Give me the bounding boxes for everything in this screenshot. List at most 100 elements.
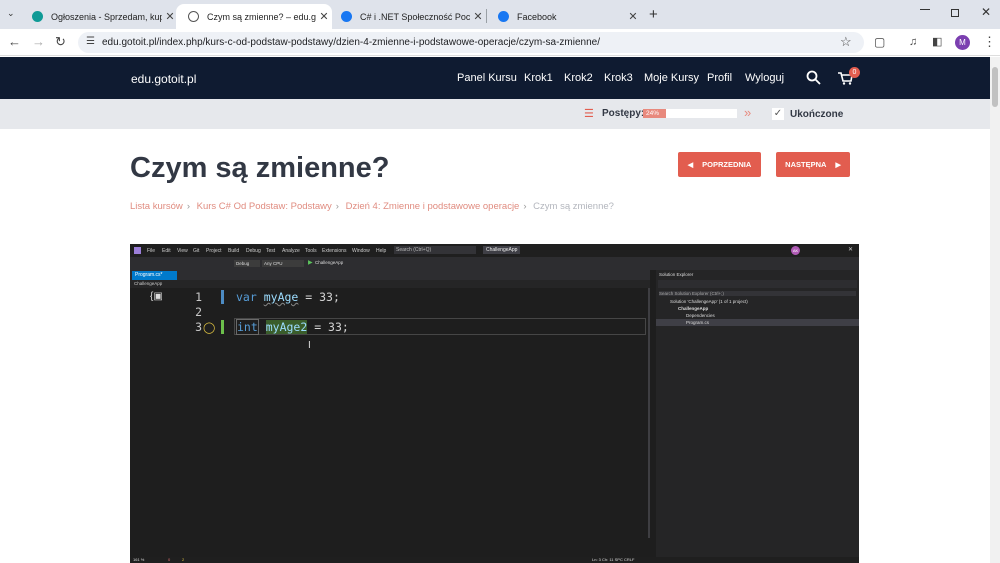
- line-number: 3: [195, 320, 202, 334]
- vs-project-bar: ChallengeApp: [130, 280, 650, 288]
- nav-krok1[interactable]: Krok1: [524, 72, 553, 84]
- close-window-icon[interactable]: ✕: [981, 5, 991, 19]
- vs-code-editor: {▣ 1 var myAge = 33; 2 3 ◯ int myAge2 = …: [130, 288, 650, 557]
- site-info-icon[interactable]: ☰: [86, 36, 95, 47]
- lesson-video[interactable]: File Edit View Git Project Build Debug T…: [130, 244, 859, 563]
- vs-editor-scrollbar: [648, 288, 650, 538]
- cart-count-badge: 0: [849, 67, 860, 78]
- browser-tab-olx[interactable]: Ogłoszenia - Sprzedam, kupię n ✕: [20, 4, 178, 29]
- nav-wyloguj[interactable]: Wyloguj: [745, 72, 784, 84]
- breadcrumb-separator: ›: [186, 201, 190, 212]
- tab-title: Ogłoszenia - Sprzedam, kupię n: [51, 11, 162, 22]
- vs-menu-edit: Edit: [162, 248, 171, 254]
- vs-menu-view: View: [177, 248, 188, 254]
- vs-status-bar: 161 % 0 2 Ln: 3 Ch: 11 SPC CRLF: [130, 557, 859, 563]
- vs-file-tab: Program.cs*: [132, 271, 177, 280]
- solution-explorer-panel: Solution Explorer Search Solution Explor…: [656, 270, 859, 557]
- nav-krok2[interactable]: Krok2: [564, 72, 593, 84]
- vs-close-icon: ✕: [848, 247, 854, 253]
- browser-tab-lesson[interactable]: Czym są zmienne? – edu.gotoit ✕: [176, 4, 332, 29]
- vs-menu-bar: File Edit View Git Project Build Debug T…: [130, 244, 859, 257]
- code-line-3: int myAge2 = 33;: [236, 319, 349, 335]
- solution-explorer-search: Search Solution Explorer (Ctrl+;): [659, 291, 856, 296]
- expand-progress-icon[interactable]: »: [744, 105, 751, 120]
- vs-menu-build: Build: [228, 248, 240, 254]
- tab-title: Czym są zmienne? – edu.gotoit: [207, 11, 316, 22]
- tab-search-chevron-icon[interactable]: ⌄: [7, 8, 15, 19]
- reload-icon[interactable]: ↻: [55, 34, 66, 50]
- page-scrollbar-thumb[interactable]: [992, 67, 998, 107]
- line-number: 2: [195, 305, 202, 319]
- side-panel-icon[interactable]: ◧: [932, 34, 942, 50]
- dependencies-node: Dependencies: [686, 313, 715, 318]
- solution-explorer-title: Solution Explorer: [659, 272, 694, 277]
- vs-search-box: Search (Ctrl+Q): [394, 246, 476, 254]
- breadcrumb: Lista kursów › Kurs C# Od Podstaw: Podsta…: [130, 201, 614, 212]
- browser-menu-icon[interactable]: ⋮: [983, 34, 996, 50]
- mouse-cursor-icon: I: [308, 340, 311, 351]
- vs-change-marker: [221, 290, 224, 304]
- nav-panel-kursu[interactable]: Panel Kursu: [457, 72, 517, 84]
- url-text: edu.gotoit.pl/index.php/kurs-c-od-podsta…: [102, 37, 601, 48]
- forward-icon[interactable]: →: [32, 34, 45, 50]
- completed-check-icon[interactable]: ✓: [772, 108, 784, 120]
- bookmark-star-icon[interactable]: ☆: [840, 34, 852, 50]
- search-icon[interactable]: [806, 70, 821, 85]
- vs-menu-test: Test: [266, 248, 276, 254]
- previous-lesson-label: POPRZEDNIA: [702, 160, 752, 169]
- nav-profil[interactable]: Profil: [707, 72, 732, 84]
- breadcrumb-separator: ›: [335, 201, 339, 212]
- vs-cursor-position: Ln: 3 Ch: 11 SPC CRLF: [592, 557, 635, 562]
- new-tab-button[interactable]: +: [649, 6, 658, 23]
- nav-krok3[interactable]: Krok3: [604, 72, 633, 84]
- completed-label: Ukończone: [790, 109, 844, 120]
- profile-avatar[interactable]: M: [955, 35, 970, 50]
- vs-menu-extensions: Extensions: [322, 248, 347, 254]
- code-identifier-selected: myAge2: [265, 320, 308, 334]
- progress-percent: 24%: [646, 110, 660, 117]
- close-tab-icon[interactable]: ✕: [470, 10, 486, 23]
- breadcrumb-day[interactable]: Dzień 4: Zmienne i podstawowe operacje: [346, 201, 520, 212]
- vs-menu-project: Project: [206, 248, 222, 254]
- browser-toolbar: ← → ↻ ☰ edu.gotoit.pl/index.php/kurs-c-o…: [0, 29, 1000, 56]
- close-tab-icon[interactable]: ✕: [625, 10, 641, 23]
- tab-title: C# i .NET Społeczność Początk: [360, 11, 470, 22]
- maximize-icon[interactable]: [951, 9, 959, 17]
- vs-user-avatar: AK: [791, 246, 800, 255]
- breadcrumb-separator: ›: [523, 201, 527, 212]
- vs-menu-analyze: Analyze: [282, 248, 300, 254]
- vs-menu-tools: Tools: [305, 248, 317, 254]
- vs-logo-icon: [134, 247, 141, 254]
- vs-quick-actions-icon: {▣: [150, 291, 163, 302]
- extensions-icon[interactable]: ▢: [874, 34, 885, 50]
- site-logo[interactable]: edu.gotoit.pl: [131, 72, 196, 86]
- browser-tab-csharp-group[interactable]: C# i .NET Społeczność Początk ✕: [329, 4, 486, 29]
- breadcrumb-course-list[interactable]: Lista kursów: [130, 201, 183, 212]
- olx-icon: [32, 11, 43, 22]
- program-file-node: Program.cs: [686, 320, 710, 325]
- breadcrumb-course[interactable]: Kurs C# Od Podstaw: Podstawy: [197, 201, 332, 212]
- globe-icon: [188, 11, 199, 22]
- address-bar[interactable]: ☰ edu.gotoit.pl/index.php/kurs-c-od-pods…: [78, 32, 864, 53]
- nav-moje-kursy[interactable]: Moje Kursy: [644, 72, 699, 84]
- site-header: edu.gotoit.pl Panel Kursu Krok1 Krok2 Kr…: [0, 57, 1000, 99]
- vs-warning-count: 2: [182, 557, 185, 562]
- vs-platform-dropdown: Any CPU: [262, 260, 304, 267]
- progress-label: Postępy:: [602, 108, 645, 119]
- vs-menu-debug: Debug: [246, 248, 261, 254]
- back-icon[interactable]: ←: [8, 34, 21, 50]
- media-control-icon[interactable]: ♫: [909, 34, 917, 50]
- minimize-icon[interactable]: [920, 9, 930, 10]
- page-scrollbar[interactable]: [990, 57, 1000, 563]
- vs-run-target: ChallengeApp: [315, 260, 344, 265]
- vs-menu-help: Help: [376, 248, 387, 254]
- previous-lesson-button[interactable]: ◀ POPRZEDNIA: [678, 152, 761, 177]
- code-line-1: var myAge = 33;: [236, 290, 340, 304]
- browser-tab-facebook[interactable]: Facebook ✕: [486, 4, 641, 29]
- vs-error-count: 0: [168, 557, 171, 562]
- course-progress-bar: ☰ Postępy: 24% » ✓ Ukończone: [0, 99, 1000, 129]
- vs-zoom-level: 161 %: [133, 557, 145, 562]
- next-lesson-button[interactable]: NASTĘPNA ▶: [776, 152, 850, 177]
- lightbulb-icon: ◯: [203, 322, 216, 334]
- code-keyword: var: [236, 290, 257, 304]
